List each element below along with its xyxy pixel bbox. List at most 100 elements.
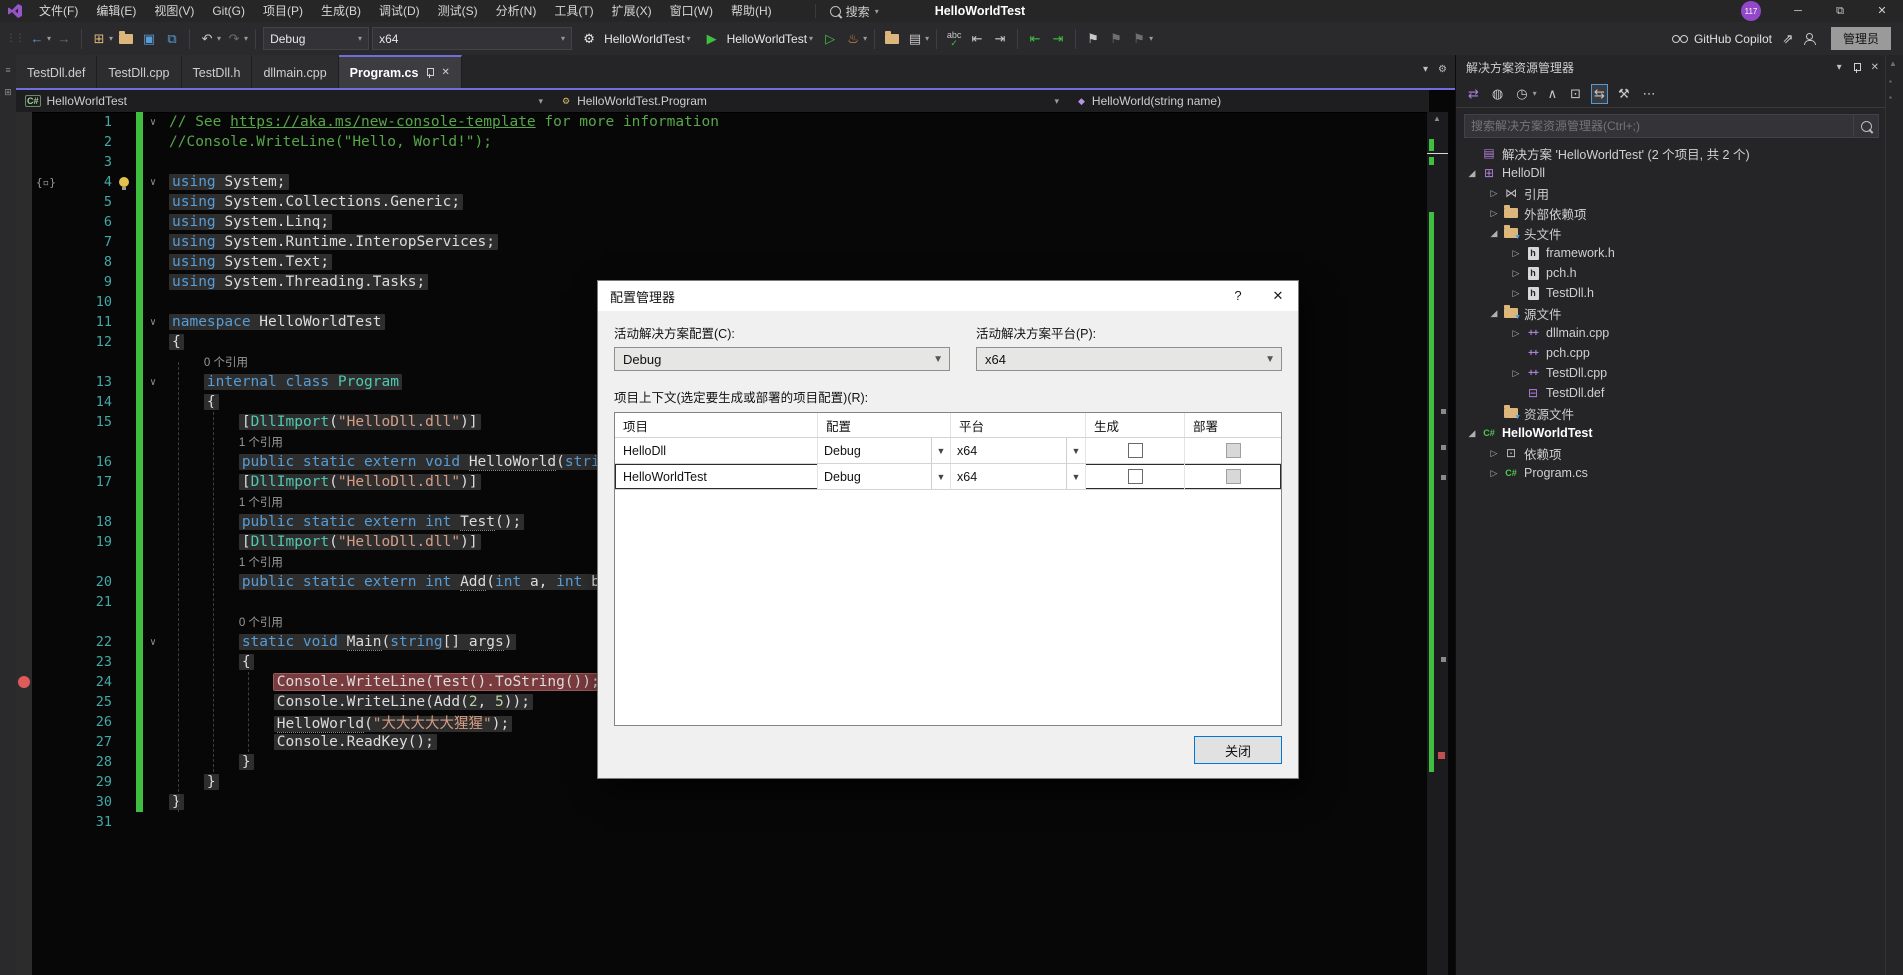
- navigate-backward-cursor-button[interactable]: ⇤: [967, 28, 987, 50]
- sync-with-active-document-icon[interactable]: ⇆: [1592, 85, 1607, 103]
- codelens-references[interactable]: 1 个引用: [239, 437, 283, 449]
- chevron-down-icon[interactable]: ▾: [217, 34, 221, 43]
- start-without-debugging-button[interactable]: ▷: [820, 28, 840, 50]
- document-tab[interactable]: TestDll.cpp: [97, 55, 181, 88]
- breakpoint-margin[interactable]: [16, 192, 32, 212]
- tab-close-icon[interactable]: ✕: [441, 67, 449, 78]
- tree-item[interactable]: ⊟TestDll.def: [1456, 383, 1887, 403]
- expander-closed-icon[interactable]: ▷: [1486, 468, 1502, 479]
- lightbulb-icon[interactable]: [119, 177, 129, 187]
- expander-closed-icon[interactable]: ▷: [1508, 288, 1524, 299]
- breakpoint-dot[interactable]: [18, 676, 30, 688]
- code-text[interactable]: }: [163, 794, 1427, 810]
- breadcrumb-project[interactable]: C# HelloWorldTest ▾: [16, 94, 552, 108]
- breakpoint-margin[interactable]: [16, 292, 32, 312]
- breakpoint-margin[interactable]: [16, 612, 32, 632]
- expander-open-icon[interactable]: ◢: [1486, 308, 1502, 319]
- navigate-back-button[interactable]: ←: [27, 28, 47, 50]
- search-icon[interactable]: [1853, 115, 1878, 137]
- document-tab[interactable]: Program.cs✕: [339, 55, 462, 88]
- open-file-button[interactable]: [116, 28, 136, 50]
- active-platform-dropdown[interactable]: x64 ▼: [976, 347, 1282, 371]
- fold-arrow-icon[interactable]: ∨: [143, 117, 163, 128]
- scope-glyph-icon[interactable]: {▫}: [36, 176, 56, 189]
- panel-close-icon[interactable]: ✕: [1871, 62, 1879, 73]
- document-tab[interactable]: dllmain.cpp: [252, 55, 338, 88]
- dialog-close-icon[interactable]: ✕: [1258, 281, 1298, 311]
- breakpoint-margin[interactable]: [16, 212, 32, 232]
- tree-item[interactable]: ▤解决方案 'HelloWorldTest' (2 个项目, 共 2 个): [1456, 143, 1887, 163]
- toolbox-tab-icon[interactable]: ≡: [5, 65, 10, 75]
- menu-item[interactable]: 帮助(H): [722, 0, 781, 22]
- breakpoint-margin[interactable]: [16, 652, 32, 672]
- chevron-down-icon[interactable]: ▾: [863, 34, 867, 43]
- maximize-button[interactable]: ⧉: [1819, 0, 1861, 22]
- fold-arrow-icon[interactable]: ∨: [143, 637, 163, 648]
- menu-item[interactable]: Git(G): [203, 0, 254, 22]
- fold-arrow-icon[interactable]: ∨: [143, 377, 163, 388]
- menu-item[interactable]: 测试(S): [429, 0, 487, 22]
- expander-closed-icon[interactable]: ▷: [1486, 188, 1502, 199]
- breakpoint-margin[interactable]: [16, 392, 32, 412]
- add-user-icon[interactable]: [1804, 33, 1816, 45]
- dialog-help-button[interactable]: ?: [1218, 281, 1258, 311]
- breakpoint-margin[interactable]: [16, 172, 32, 192]
- tree-item[interactable]: ▷⋈引用: [1456, 183, 1887, 203]
- editor-scrollbar[interactable]: ▲: [1427, 112, 1448, 975]
- build-checkbox[interactable]: [1128, 469, 1143, 484]
- tab-options-gear-icon[interactable]: ⚙: [1438, 64, 1447, 75]
- chevron-down-icon[interactable]: ▾: [925, 34, 929, 43]
- breakpoint-margin[interactable]: [16, 532, 32, 552]
- breakpoint-margin[interactable]: [16, 692, 32, 712]
- pending-changes-filter-icon[interactable]: ◍: [1490, 85, 1505, 103]
- expander-closed-icon[interactable]: ▷: [1508, 248, 1524, 259]
- code-text[interactable]: //Console.WriteLine("Hello, World!");: [163, 134, 1427, 150]
- config-dropdown[interactable]: Debug▼: [818, 464, 951, 489]
- breakpoint-margin[interactable]: [16, 232, 32, 252]
- breakpoint-margin[interactable]: [16, 672, 32, 692]
- decrease-indent-button[interactable]: ⇤: [1025, 28, 1045, 50]
- breakpoint-margin[interactable]: [16, 312, 32, 332]
- chevron-down-icon[interactable]: ▾: [47, 34, 51, 43]
- expander-closed-icon[interactable]: ▷: [1486, 448, 1502, 459]
- menu-item[interactable]: 扩展(X): [603, 0, 661, 22]
- tree-item[interactable]: ▷hTestDll.h: [1456, 283, 1887, 303]
- code-text[interactable]: // See https://aka.ms/new-console-templa…: [163, 114, 1427, 130]
- menu-item[interactable]: 视图(V): [145, 0, 203, 22]
- properties-icon[interactable]: ⚒: [1616, 85, 1632, 103]
- undo-button[interactable]: ↶: [197, 28, 217, 50]
- menu-item[interactable]: 生成(B): [312, 0, 370, 22]
- new-project-button[interactable]: ⊞: [89, 28, 109, 50]
- chevron-down-icon[interactable]: ▾: [109, 34, 113, 43]
- breakpoint-margin[interactable]: [16, 152, 32, 172]
- breakpoint-margin[interactable]: [16, 372, 32, 392]
- codelens-references[interactable]: 0 个引用: [239, 617, 283, 629]
- solution-search-input[interactable]: [1465, 118, 1853, 134]
- breakpoint-margin[interactable]: [16, 352, 32, 372]
- chevron-down-icon[interactable]: ▼: [931, 464, 950, 489]
- pin-icon[interactable]: [425, 68, 434, 77]
- pin-icon[interactable]: [1852, 63, 1861, 72]
- menu-item[interactable]: 项目(P): [254, 0, 312, 22]
- chevron-down-icon[interactable]: ▼: [1066, 438, 1085, 463]
- build-checkbox[interactable]: [1128, 443, 1143, 458]
- breakpoint-margin[interactable]: [16, 472, 32, 492]
- scroll-up-icon[interactable]: ▲: [1889, 59, 1897, 68]
- dialog-title-bar[interactable]: 配置管理器 ? ✕: [598, 281, 1298, 311]
- tree-item[interactable]: ++pch.cpp: [1456, 343, 1887, 363]
- collapse-all-icon[interactable]: ∧: [1546, 85, 1560, 103]
- config-dropdown[interactable]: Debug▼: [818, 438, 951, 463]
- chevron-down-icon[interactable]: ▼: [931, 438, 950, 463]
- spell-check-button[interactable]: abc✓: [944, 28, 964, 50]
- code-text[interactable]: using System.Runtime.InteropServices;: [163, 234, 1427, 250]
- tree-item[interactable]: ▷hframework.h: [1456, 243, 1887, 263]
- expander-closed-icon[interactable]: ▷: [1508, 328, 1524, 339]
- tree-item[interactable]: ▷hpch.h: [1456, 263, 1887, 283]
- close-button[interactable]: ✕: [1861, 0, 1903, 22]
- breakpoint-margin[interactable]: [16, 252, 32, 272]
- breakpoint-margin[interactable]: [16, 432, 32, 452]
- document-tab[interactable]: TestDll.def: [16, 55, 97, 88]
- breakpoint-margin[interactable]: [16, 812, 32, 832]
- toolbar-drag-handle[interactable]: ⋮⋮: [6, 33, 24, 44]
- navigate-forward-button[interactable]: →: [54, 28, 74, 50]
